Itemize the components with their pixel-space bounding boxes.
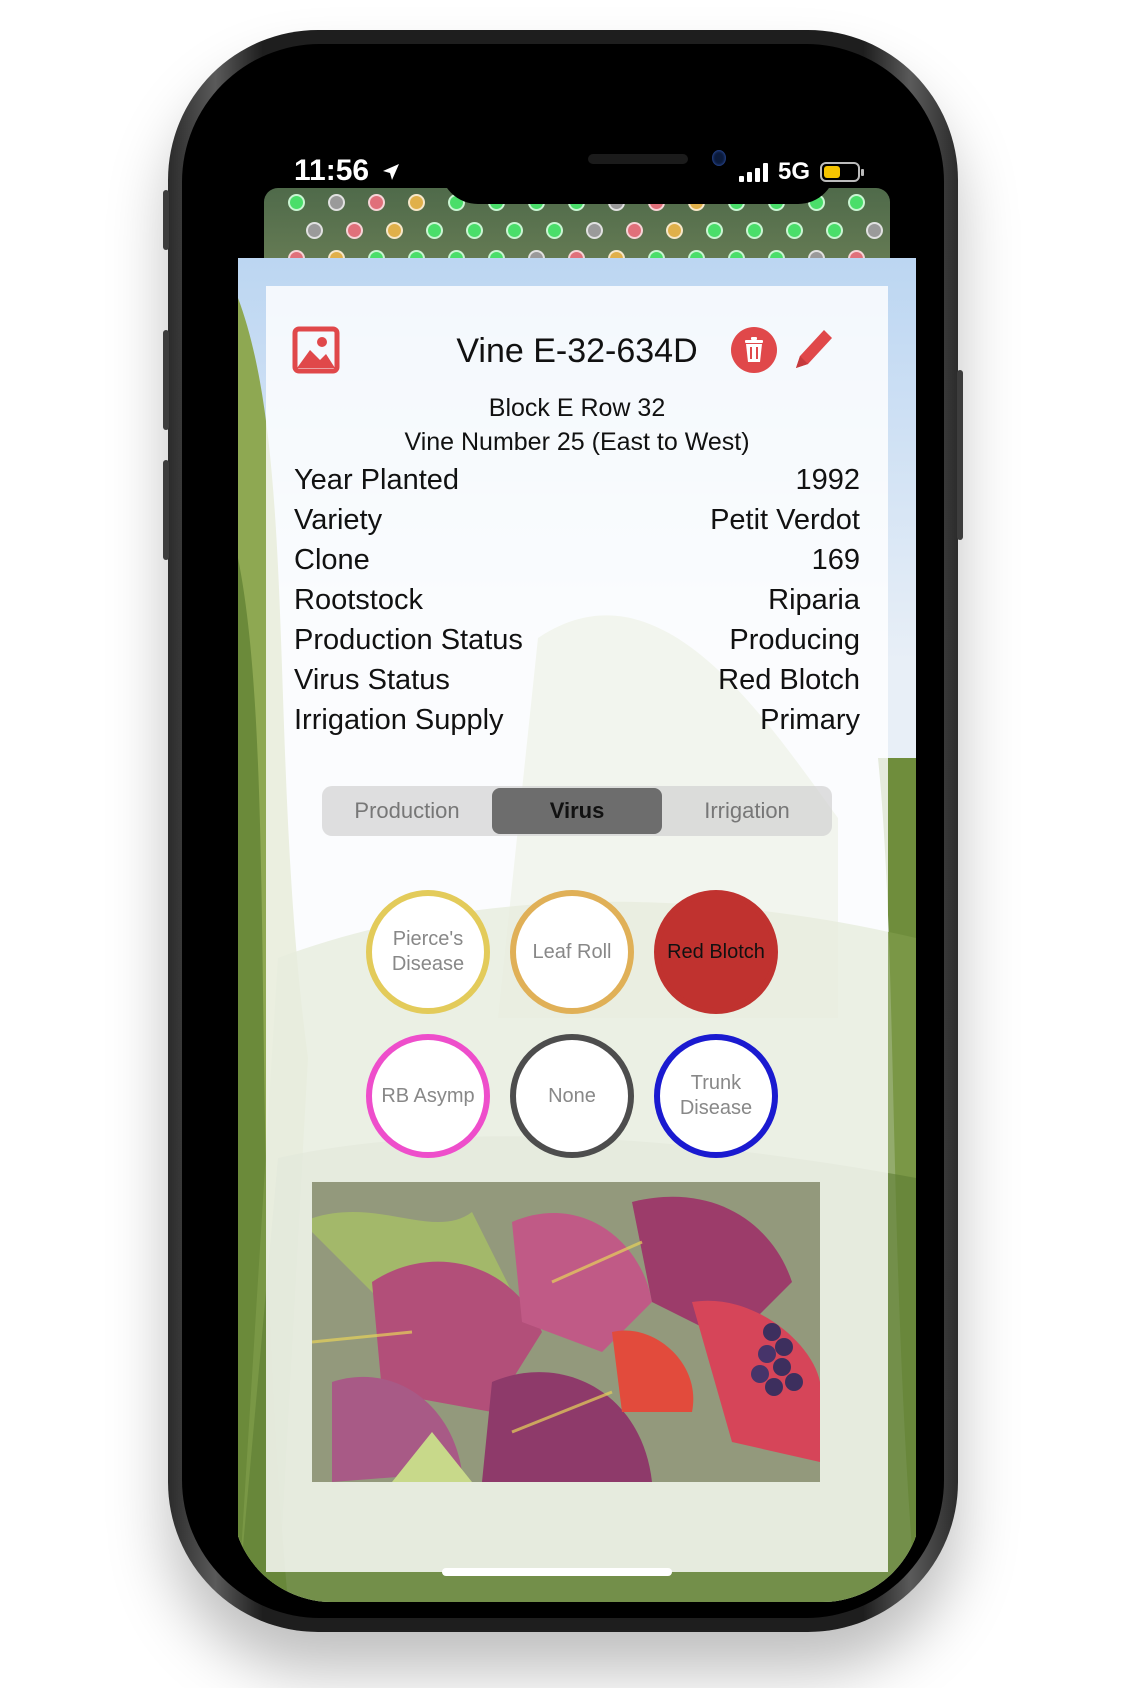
vine-detail-sheet: Vine E-32-634D Block E Row 32 Vine Numbe… bbox=[238, 258, 916, 1602]
virus-option-trunk-disease[interactable]: Trunk Disease bbox=[654, 1034, 778, 1158]
vine-marker[interactable] bbox=[466, 222, 483, 239]
location-line-1: Block E Row 32 bbox=[488, 394, 666, 422]
detail-value: Petit Verdot bbox=[710, 503, 860, 536]
vine-details: Year Planted 1992 Variety Petit Verdot C… bbox=[294, 460, 860, 740]
pencil-icon[interactable] bbox=[788, 324, 836, 374]
detail-row-production-status: Production Status Producing bbox=[294, 620, 860, 660]
bezel: 11:56 5G Vine E-32-634D Block E Row 32 V… bbox=[182, 44, 944, 1618]
vine-marker[interactable] bbox=[306, 222, 323, 239]
vine-marker[interactable] bbox=[866, 222, 883, 239]
virus-option-leaf-roll[interactable]: Leaf Roll bbox=[510, 890, 634, 1014]
trash-icon[interactable] bbox=[730, 326, 778, 374]
vine-marker[interactable] bbox=[848, 194, 865, 211]
detail-row-irrigation-supply: Irrigation Supply Primary bbox=[294, 700, 860, 740]
virus-option-rb-asymp[interactable]: RB Asymp bbox=[366, 1034, 490, 1158]
detail-label: Production Status bbox=[294, 623, 523, 656]
vine-marker[interactable] bbox=[626, 222, 643, 239]
detail-row-year-planted: Year Planted 1992 bbox=[294, 460, 860, 500]
location-line-2: Vine Number 25 (East to West) bbox=[404, 428, 750, 456]
option-label: Pierce's Disease bbox=[391, 928, 465, 975]
detail-label: Rootstock bbox=[294, 583, 423, 616]
vine-marker[interactable] bbox=[786, 222, 803, 239]
detail-label: Year Planted bbox=[294, 463, 460, 496]
vine-marker[interactable] bbox=[826, 222, 843, 239]
tab-production[interactable]: Production bbox=[322, 786, 492, 836]
network-label: 5G bbox=[777, 158, 810, 185]
detail-value: Primary bbox=[760, 703, 860, 736]
detail-row-variety: Variety Petit Verdot bbox=[294, 500, 860, 540]
virus-option-pierces-disease[interactable]: Pierce's Disease bbox=[366, 890, 490, 1014]
phone-frame: 11:56 5G Vine E-32-634D Block E Row 32 V… bbox=[163, 30, 963, 1632]
volume-down-button bbox=[163, 460, 169, 560]
vine-marker[interactable] bbox=[746, 222, 763, 239]
option-label: Trunk Disease bbox=[679, 1072, 753, 1119]
page-title: Vine E-32-634D bbox=[456, 332, 698, 370]
signal-icon bbox=[738, 162, 768, 182]
option-label: Leaf Roll bbox=[532, 940, 612, 963]
vine-marker[interactable] bbox=[408, 194, 425, 211]
detail-row-virus-status: Virus Status Red Blotch bbox=[294, 660, 860, 700]
screen: 11:56 5G Vine E-32-634D Block E Row 32 V… bbox=[232, 88, 922, 1602]
detail-value: Producing bbox=[729, 623, 860, 656]
detail-label: Variety bbox=[294, 503, 383, 536]
vine-photo[interactable] bbox=[312, 1182, 820, 1482]
virus-option-red-blotch[interactable]: Red Blotch bbox=[654, 890, 778, 1014]
detail-panel: Vine E-32-634D Block E Row 32 Vine Numbe… bbox=[266, 286, 888, 1572]
detail-value: Riparia bbox=[768, 583, 860, 616]
detail-value: 1992 bbox=[795, 463, 860, 496]
detail-label: Irrigation Supply bbox=[294, 703, 504, 736]
vine-marker[interactable] bbox=[426, 222, 443, 239]
vine-marker[interactable] bbox=[506, 222, 523, 239]
detail-row-clone: Clone 169 bbox=[294, 540, 860, 580]
vine-marker[interactable] bbox=[328, 194, 345, 211]
vine-marker[interactable] bbox=[368, 194, 385, 211]
tab-virus[interactable]: Virus bbox=[492, 788, 662, 834]
speaker bbox=[588, 154, 688, 164]
detail-label: Clone bbox=[294, 543, 370, 576]
vine-marker[interactable] bbox=[546, 222, 563, 239]
vine-marker[interactable] bbox=[288, 194, 305, 211]
vine-marker[interactable] bbox=[666, 222, 683, 239]
battery-icon bbox=[820, 162, 864, 182]
image-icon[interactable] bbox=[292, 326, 340, 374]
vine-marker[interactable] bbox=[386, 222, 403, 239]
option-label: Red Blotch bbox=[667, 940, 765, 963]
vine-marker[interactable] bbox=[706, 222, 723, 239]
detail-value: 169 bbox=[811, 543, 860, 576]
detail-label: Virus Status bbox=[294, 663, 450, 696]
home-indicator[interactable] bbox=[442, 1568, 672, 1576]
option-label: RB Asymp bbox=[381, 1084, 475, 1107]
status-tabs: Production Virus Irrigation bbox=[322, 786, 832, 836]
location-arrow-icon bbox=[383, 164, 400, 180]
tab-irrigation[interactable]: Irrigation bbox=[662, 786, 832, 836]
option-label: None bbox=[548, 1084, 596, 1107]
front-camera bbox=[712, 150, 726, 166]
volume-up-button bbox=[163, 330, 169, 430]
mute-switch bbox=[163, 190, 169, 250]
detail-value: Red Blotch bbox=[718, 663, 860, 696]
vine-marker[interactable] bbox=[346, 222, 363, 239]
status-time: 11:56 bbox=[294, 154, 401, 188]
status-right: 5G bbox=[738, 158, 864, 186]
vine-marker[interactable] bbox=[586, 222, 603, 239]
virus-option-none[interactable]: None bbox=[510, 1034, 634, 1158]
detail-row-rootstock: Rootstock Riparia bbox=[294, 580, 860, 620]
power-button bbox=[957, 370, 963, 540]
